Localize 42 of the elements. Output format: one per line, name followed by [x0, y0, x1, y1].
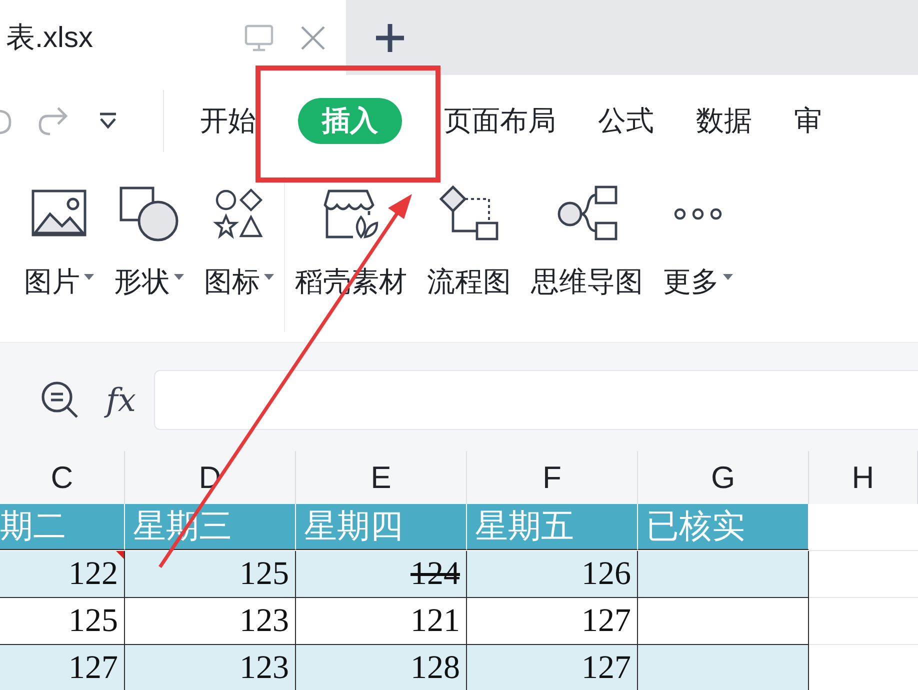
ribbon-button[interactable]: 流程图	[417, 183, 521, 301]
close-icon[interactable]	[300, 24, 326, 50]
table-header-cell: 星期四	[296, 504, 467, 550]
zoom-search-icon[interactable]	[40, 380, 80, 420]
table-cell: 124	[296, 551, 467, 598]
menu-tab[interactable]: 开始	[200, 96, 256, 146]
shapes-icon	[118, 185, 180, 243]
table-cell: 125	[125, 551, 296, 598]
table-cell: 122	[0, 551, 125, 598]
function-label[interactable]: fx	[106, 381, 136, 419]
table-cell: 126	[467, 551, 638, 598]
formula-input-field[interactable]	[154, 370, 918, 430]
column-header[interactable]: H	[809, 451, 918, 504]
column-header[interactable]: G	[638, 451, 809, 504]
column-header[interactable]: C	[0, 451, 125, 504]
column-header[interactable]: F	[467, 451, 638, 504]
dropdown-caret-icon[interactable]	[98, 112, 118, 130]
ribbon-button[interactable]: 图标	[194, 183, 284, 301]
ribbon-button[interactable]: 更多	[653, 183, 743, 301]
table-header-cell: 期二	[0, 504, 125, 550]
menu-tab[interactable]: 审	[794, 96, 822, 146]
menu-tab[interactable]: 数据	[696, 96, 752, 146]
ribbon-button[interactable]: 稻壳素材	[285, 183, 417, 301]
mind-map-icon	[556, 185, 618, 243]
more-dots-icon	[673, 207, 723, 221]
column-header[interactable]: E	[296, 451, 467, 504]
new-tab-plus-icon[interactable]	[374, 22, 406, 54]
shape-icons-icon	[213, 188, 265, 240]
ribbon-button[interactable]: 思维导图	[521, 183, 653, 301]
monitor-icon[interactable]	[244, 24, 274, 52]
table-cell: 127	[467, 645, 638, 690]
shop-leaf-icon	[321, 187, 381, 241]
table-cell: 128	[296, 645, 467, 690]
table-cell: 123	[125, 645, 296, 690]
table-header-cell: 星期五	[467, 504, 638, 550]
flowchart-icon	[437, 185, 501, 243]
menu-tab[interactable]: 页面布局	[444, 96, 556, 146]
ribbon-button[interactable]: 形状	[104, 183, 194, 301]
menu-tab[interactable]: 公式	[598, 96, 654, 146]
table-cell: 127	[0, 645, 125, 690]
table-header-cell: 已核实	[638, 504, 809, 550]
ribbon-button[interactable]: 图片	[14, 183, 104, 301]
